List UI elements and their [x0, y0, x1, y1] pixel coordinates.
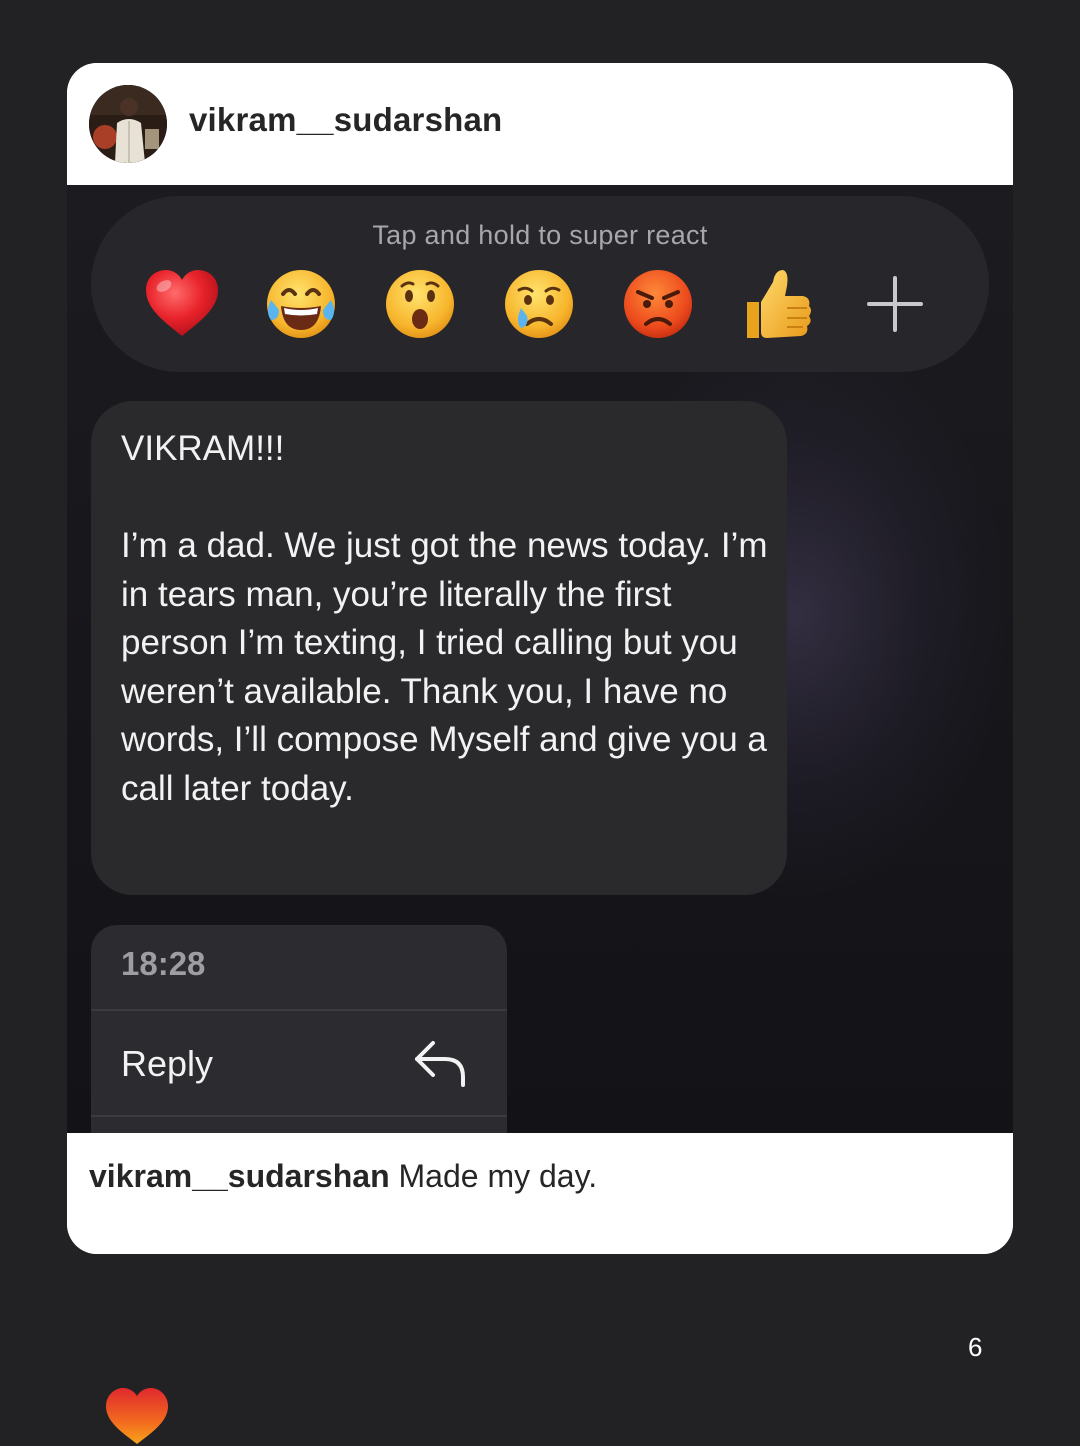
red-heart-emoji[interactable]: [142, 264, 222, 344]
like-heart-icon[interactable]: [104, 1386, 170, 1446]
angry-face-emoji[interactable]: [618, 264, 698, 344]
avatar[interactable]: [89, 85, 167, 163]
message-bubble[interactable]: VIKRAM!!! I’m a dad. We just got the new…: [91, 401, 787, 895]
add-reaction-plus-icon[interactable]: [855, 264, 935, 344]
caption-text: Made my day.: [389, 1158, 598, 1194]
reaction-bar: Tap and hold to super react: [91, 196, 989, 372]
menu-divider: [91, 1115, 507, 1117]
profile-photo-icon: [89, 85, 167, 163]
reaction-hint: Tap and hold to super react: [372, 220, 708, 250]
message-text: VIKRAM!!! I’m a dad. We just got the new…: [121, 429, 768, 808]
post-caption: vikram__sudarshan Made my day.: [89, 1158, 597, 1195]
thumbs-up-emoji[interactable]: [737, 264, 817, 344]
reply-menu-item[interactable]: Reply: [91, 1011, 507, 1115]
surprised-face-emoji[interactable]: [380, 264, 460, 344]
message-context-menu: 18:28 Reply: [91, 925, 507, 1133]
post-card: vikram__sudarshan Tap and hold to super …: [67, 63, 1013, 1254]
crying-face-emoji[interactable]: [499, 264, 579, 344]
dm-screenshot: Tap and hold to super react VIKRAM!!! I’…: [67, 185, 1013, 1133]
page-number: 6: [968, 1332, 983, 1362]
message-timestamp: 18:28: [121, 945, 206, 982]
post-caption-area: vikram__sudarshan Made my day.: [67, 1133, 1013, 1254]
reply-arrow-icon: [415, 1041, 465, 1087]
post-header: vikram__sudarshan: [67, 63, 1013, 185]
reply-label: Reply: [121, 1043, 214, 1084]
post-username[interactable]: vikram__sudarshan: [189, 101, 502, 139]
caption-username[interactable]: vikram__sudarshan: [89, 1158, 390, 1194]
tears-of-joy-emoji[interactable]: [261, 264, 341, 344]
